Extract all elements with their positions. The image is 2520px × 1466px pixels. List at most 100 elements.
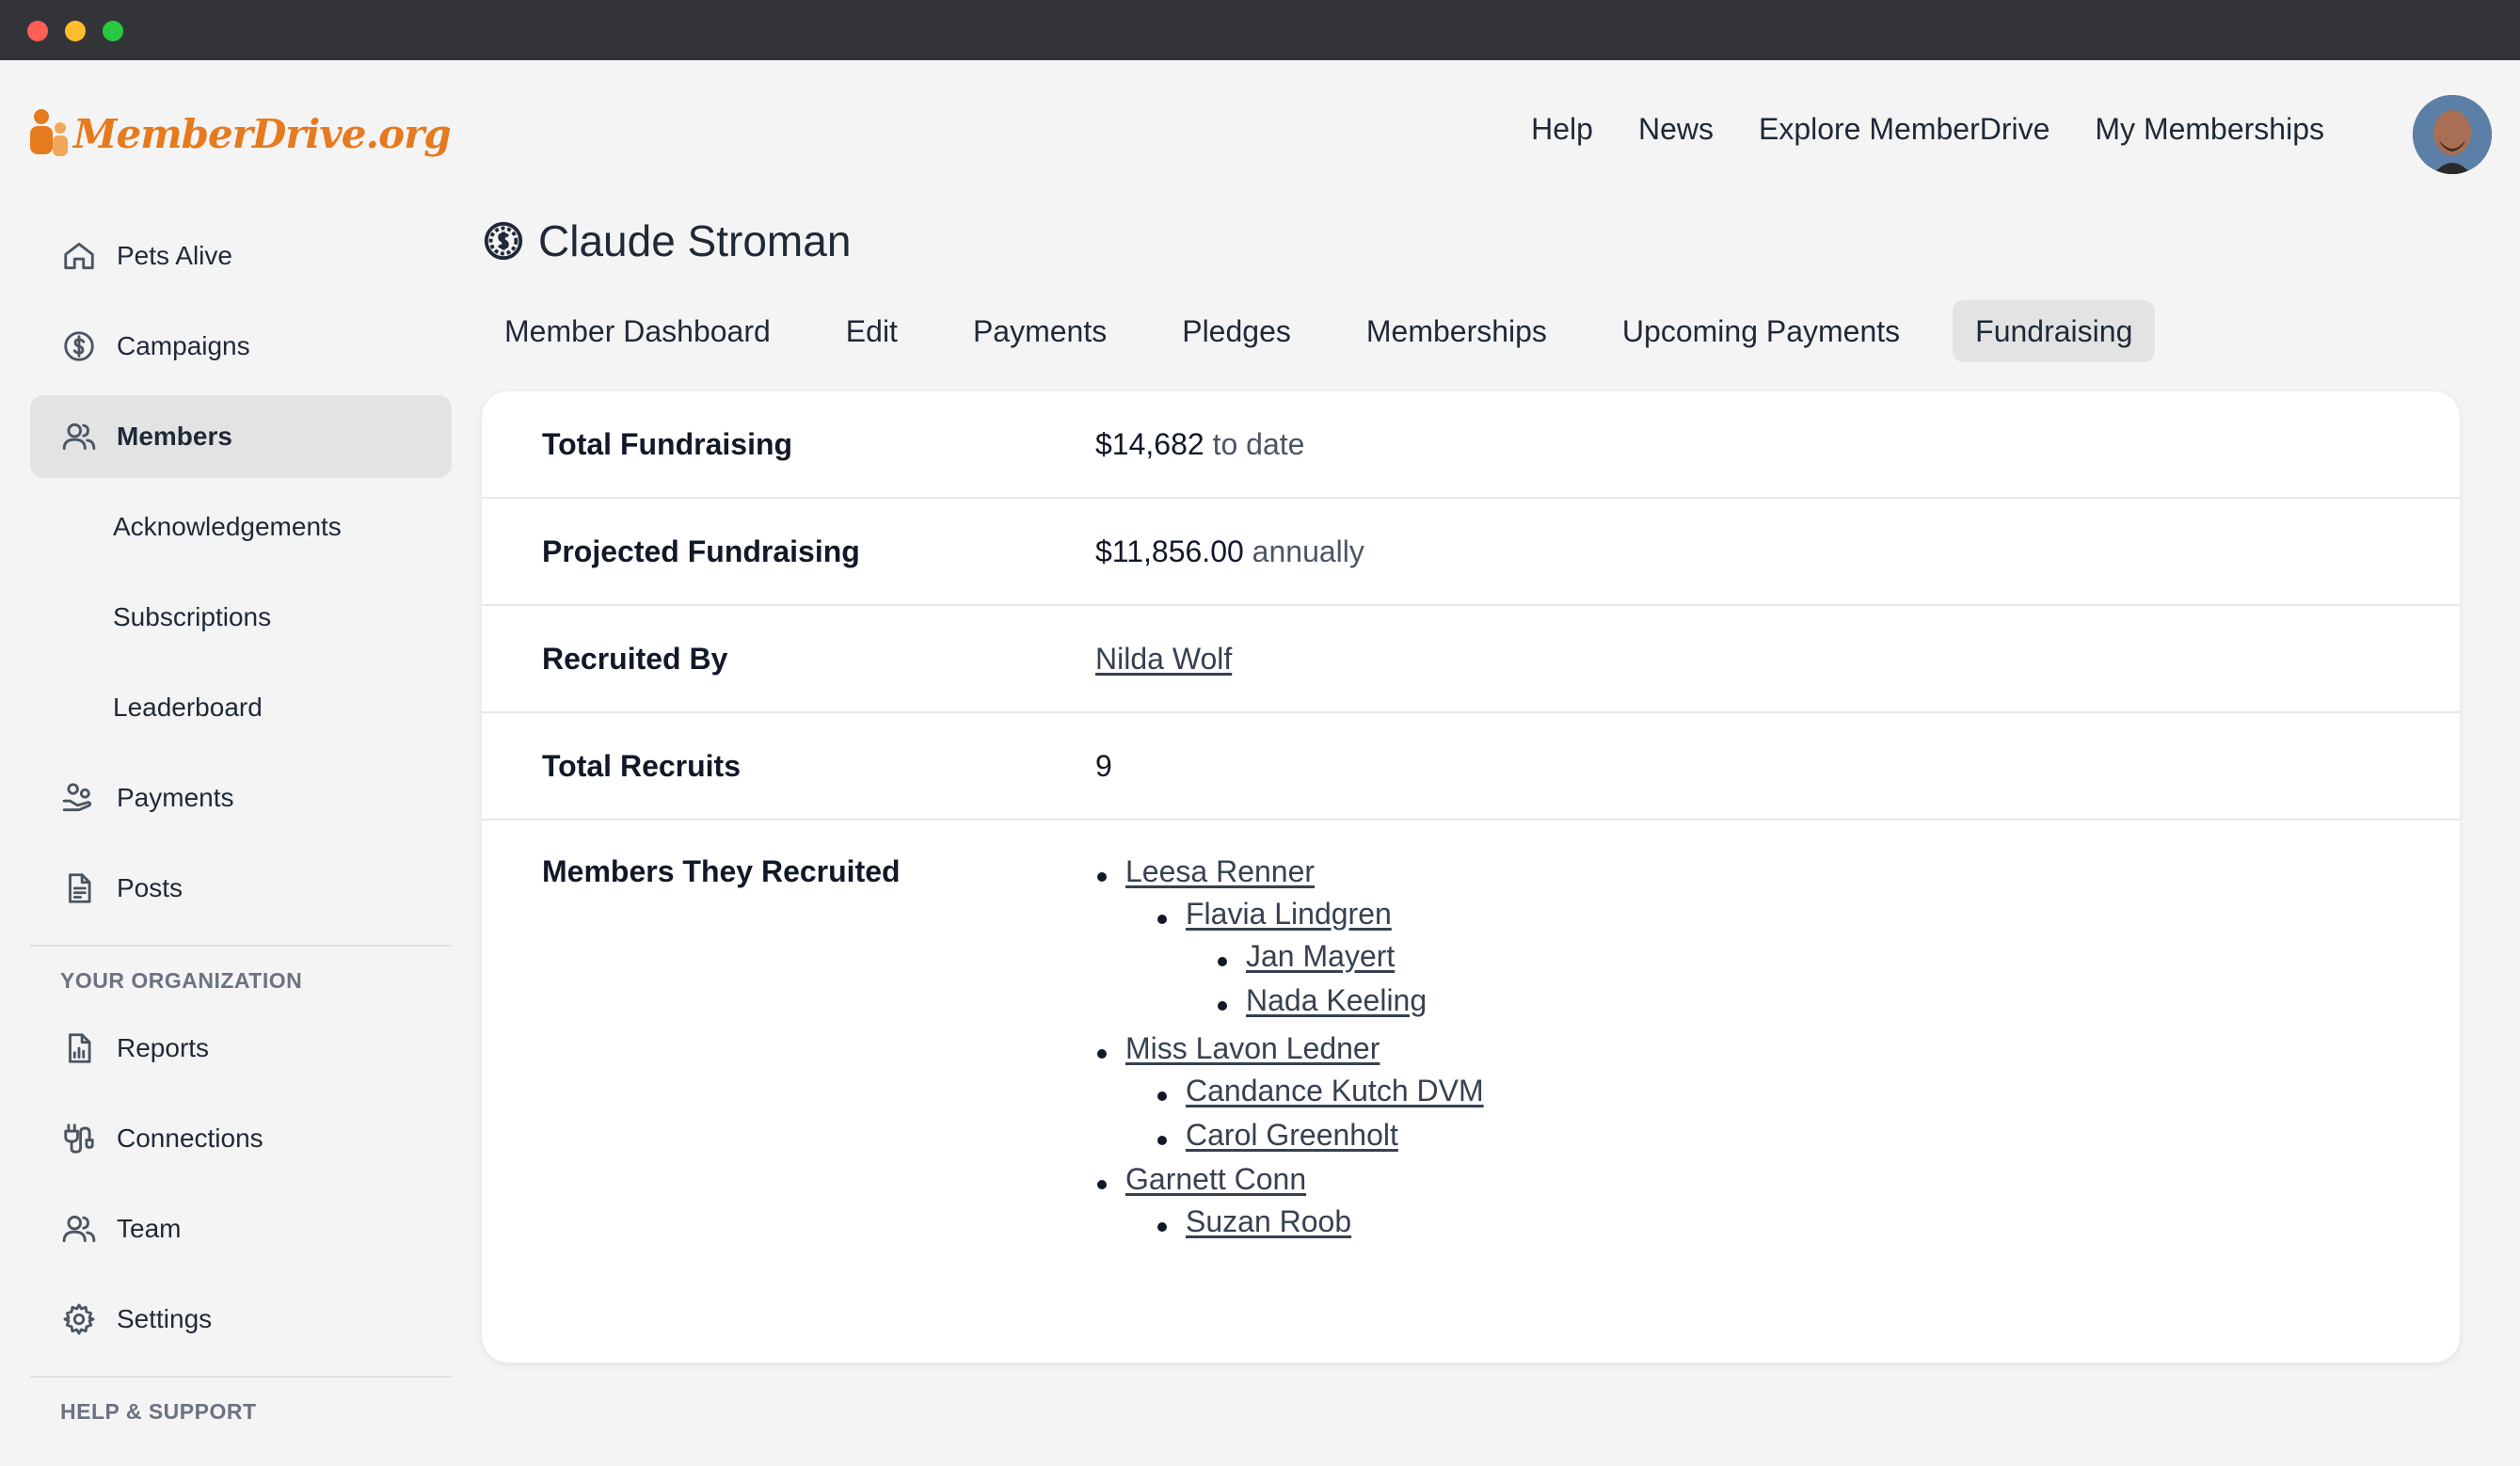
sidebar-item-leaderboard[interactable]: Leaderboard: [30, 666, 452, 749]
recruited-by-label: Recruited By: [542, 641, 728, 676]
sidebar-heading-organization: YOUR ORGANIZATION: [60, 967, 303, 993]
recruit-link[interactable]: Leesa Renner: [1125, 854, 1315, 888]
list-item: Flavia Lindgren Jan Mayert Nada Keeling: [1156, 897, 1484, 1018]
total-recruits-value: 9: [1095, 748, 1112, 783]
document-icon: [60, 869, 98, 907]
total-fundraising-label: Total Fundraising: [542, 426, 793, 461]
recruit-link[interactable]: Jan Mayert: [1246, 939, 1395, 973]
sidebar-item-pets-alive[interactable]: Pets Alive: [30, 215, 452, 297]
top-navigation: Help News Explore MemberDrive My Members…: [1531, 105, 2324, 152]
members-recruited-label: Members They Recruited: [542, 854, 901, 888]
projected-fundraising-label: Projected Fundraising: [542, 534, 860, 568]
report-icon: [60, 1029, 98, 1067]
sidebar-item-campaigns[interactable]: Campaigns: [30, 305, 452, 388]
sidebar-item-label: Pets Alive: [117, 241, 232, 270]
sidebar: Pets Alive Campaigns Members Acknowledge…: [30, 215, 452, 1438]
sidebar-item-label: Acknowledgements: [113, 512, 342, 541]
page-title: Claude Stroman: [482, 213, 851, 269]
recruit-link[interactable]: Suzan Roob: [1186, 1204, 1351, 1238]
home-icon: [60, 237, 98, 275]
hand-coins-icon: [60, 779, 98, 817]
brand-logo[interactable]: MemberDrive.org: [28, 105, 452, 162]
recruit-tree: Leesa Renner Flavia Lindgren Jan Mayert …: [1095, 854, 1484, 1239]
maximize-window-button[interactable]: [103, 21, 123, 41]
sidebar-item-label: Payments: [117, 783, 234, 812]
list-item: Miss Lavon Ledner Candance Kutch DVM Car…: [1095, 1031, 1484, 1153]
recruit-link[interactable]: Garnett Conn: [1125, 1162, 1306, 1196]
member-tabs: Member Dashboard Edit Payments Pledges M…: [482, 300, 2174, 362]
sidebar-item-label: Posts: [117, 873, 183, 902]
nav-help-link[interactable]: Help: [1531, 112, 1593, 147]
nav-news-link[interactable]: News: [1638, 112, 1714, 147]
list-item: Suzan Roob: [1156, 1204, 1484, 1239]
recruit-link[interactable]: Carol Greenholt: [1186, 1118, 1398, 1152]
sidebar-item-label: Campaigns: [117, 331, 250, 360]
close-window-button[interactable]: [27, 21, 48, 41]
tab-member-dashboard[interactable]: Member Dashboard: [482, 300, 793, 362]
sidebar-item-label: Members: [117, 422, 232, 451]
sidebar-item-label: Leaderboard: [113, 693, 263, 722]
sidebar-item-settings[interactable]: Settings: [30, 1278, 452, 1361]
recruit-link[interactable]: Nada Keeling: [1246, 983, 1427, 1017]
list-item: Jan Mayert: [1216, 939, 1484, 974]
total-fundraising-value: $14,682 to date: [1095, 427, 1304, 462]
members-recruited-row: Members They Recruited Leesa Renner Flav…: [482, 821, 2460, 1249]
tab-pledges[interactable]: Pledges: [1159, 300, 1314, 362]
plug-icon: [60, 1120, 98, 1157]
recruit-link[interactable]: Flavia Lindgren: [1186, 897, 1392, 931]
sidebar-item-label: Settings: [117, 1304, 213, 1333]
sidebar-heading-support: HELP & SUPPORT: [60, 1398, 257, 1424]
sidebar-item-label: Reports: [117, 1033, 210, 1062]
projected-fundraising-value: $11,856.00 annually: [1095, 534, 1364, 569]
fundraising-card: Total Fundraising $14,682 to date Projec…: [482, 391, 2460, 1362]
total-recruits-row: Total Recruits 9: [482, 713, 2460, 821]
sidebar-item-posts[interactable]: Posts: [30, 847, 452, 930]
sidebar-item-subscriptions[interactable]: Subscriptions: [30, 576, 452, 659]
user-avatar[interactable]: [2413, 95, 2492, 174]
minimize-window-button[interactable]: [65, 21, 86, 41]
total-recruits-label: Total Recruits: [542, 748, 741, 783]
list-item: Nada Keeling: [1216, 983, 1484, 1018]
recruiter-link[interactable]: Nilda Wolf: [1095, 642, 1232, 676]
sidebar-item-acknowledgements[interactable]: Acknowledgements: [30, 486, 452, 568]
list-item: Candance Kutch DVM: [1156, 1074, 1484, 1108]
brand-name: MemberDrive.org: [73, 110, 452, 157]
projected-fundraising-row: Projected Fundraising $11,856.00 annuall…: [482, 499, 2460, 606]
window-titlebar: [0, 0, 2520, 60]
recruit-link[interactable]: Miss Lavon Ledner: [1125, 1031, 1380, 1065]
projected-fundraising-suffix: annually: [1252, 534, 1364, 568]
nav-my-memberships-link[interactable]: My Memberships: [2095, 112, 2324, 147]
recruit-link[interactable]: Candance Kutch DVM: [1186, 1074, 1484, 1107]
sidebar-item-label: Subscriptions: [113, 602, 272, 631]
sidebar-item-label: Connections: [117, 1123, 263, 1153]
tab-upcoming-payments[interactable]: Upcoming Payments: [1600, 300, 1922, 362]
total-fundraising-row: Total Fundraising $14,682 to date: [482, 391, 2460, 499]
users-icon: [60, 1210, 98, 1248]
logo-mark-icon: [28, 107, 70, 160]
users-icon: [60, 418, 98, 455]
nav-explore-link[interactable]: Explore MemberDrive: [1759, 112, 2049, 147]
projected-fundraising-amount: $11,856.00: [1095, 534, 1244, 568]
tab-fundraising[interactable]: Fundraising: [1953, 300, 2156, 362]
tab-edit[interactable]: Edit: [823, 300, 920, 362]
total-fundraising-amount: $14,682: [1095, 426, 1204, 461]
recruited-by-row: Recruited By Nilda Wolf: [482, 606, 2460, 713]
sidebar-item-connections[interactable]: Connections: [30, 1097, 452, 1180]
sidebar-divider: [30, 945, 452, 947]
sidebar-item-members[interactable]: Members: [30, 395, 452, 478]
sidebar-divider: [30, 1376, 452, 1378]
dollar-circle-icon: [484, 221, 523, 261]
list-item: Garnett Conn Suzan Roob: [1095, 1162, 1484, 1239]
sidebar-item-team[interactable]: Team: [30, 1187, 452, 1270]
list-item: Carol Greenholt: [1156, 1118, 1484, 1153]
sidebar-item-label: Team: [117, 1214, 182, 1243]
sidebar-item-reports[interactable]: Reports: [30, 1007, 452, 1090]
list-item: Leesa Renner Flavia Lindgren Jan Mayert …: [1095, 854, 1484, 1018]
dollar-circle-icon: [60, 327, 98, 365]
total-fundraising-suffix: to date: [1212, 426, 1305, 461]
tab-payments[interactable]: Payments: [950, 300, 1129, 362]
sidebar-item-payments[interactable]: Payments: [30, 757, 452, 839]
tab-memberships[interactable]: Memberships: [1344, 300, 1570, 362]
member-name-heading: Claude Stroman: [538, 216, 852, 265]
gear-icon: [60, 1300, 98, 1338]
